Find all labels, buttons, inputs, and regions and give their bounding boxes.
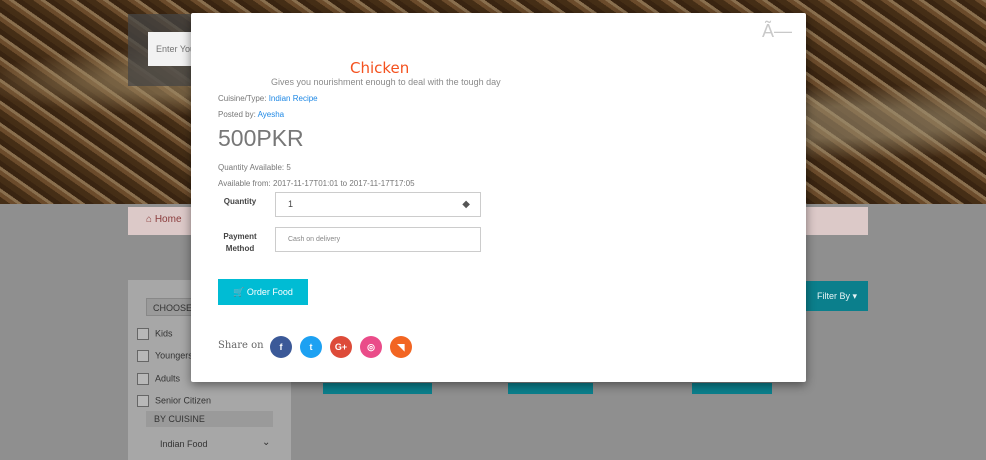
card-button[interactable] xyxy=(692,383,772,394)
breadcrumb-home[interactable]: ⌂ Home xyxy=(146,214,182,225)
card-button[interactable] xyxy=(508,383,593,394)
twitter-icon[interactable]: t xyxy=(300,336,322,358)
close-icon[interactable]: Ã— xyxy=(762,21,792,42)
available-from: Available from: 2017-11-17T01:01 to 2017… xyxy=(218,179,415,188)
quantity-stepper[interactable]: 1 ◆ xyxy=(275,192,481,217)
sidebar-cuisine-header: BY CUISINE xyxy=(146,411,273,427)
dribbble-icon[interactable]: ◎ xyxy=(360,336,382,358)
sidebar-item-kids[interactable]: Kids xyxy=(137,328,173,340)
posted-by-line: Posted by: Ayesha xyxy=(218,110,285,119)
sidebar-item-adults[interactable]: Adults xyxy=(137,373,180,385)
stepper-icon[interactable]: ◆ xyxy=(462,193,470,216)
cuisine-link[interactable]: Indian Recipe xyxy=(269,94,318,103)
chevron-down-icon[interactable]: ⌄ xyxy=(262,437,270,448)
quantity-label: Quantity xyxy=(223,197,257,206)
order-modal: Ã— Chicken Gives you nourishment enough … xyxy=(191,13,806,382)
item-title: Chicken xyxy=(350,59,410,77)
price: 500PKR xyxy=(218,125,304,151)
facebook-icon[interactable]: f xyxy=(270,336,292,358)
checkbox[interactable] xyxy=(137,395,149,407)
cuisine-line: Cuisine/Type: Indian Recipe xyxy=(218,94,318,103)
payment-method-field[interactable]: Cash on delivery xyxy=(275,227,481,252)
checkbox[interactable] xyxy=(137,350,149,362)
author-link[interactable]: Ayesha xyxy=(258,110,285,119)
item-subtitle: Gives you nourishment enough to deal wit… xyxy=(271,77,501,87)
cart-icon: 🛒 xyxy=(233,287,245,297)
cuisine-select-value[interactable]: Indian Food xyxy=(160,439,208,449)
sidebar-item-senior-citizen[interactable]: Senior Citizen xyxy=(137,395,211,407)
quantity-available: Quantity Available: 5 xyxy=(218,163,291,172)
share-label: Share on xyxy=(218,340,264,351)
order-food-button[interactable]: 🛒 Order Food xyxy=(218,279,308,305)
filter-by-button[interactable]: Filter By ▾ xyxy=(806,281,868,311)
sidebar-item-youngers[interactable]: Youngers xyxy=(137,350,193,362)
payment-method-label: Payment Method xyxy=(223,232,257,253)
rss-icon[interactable]: ◥ xyxy=(390,336,412,358)
checkbox[interactable] xyxy=(137,328,149,340)
google-plus-icon[interactable]: G+ xyxy=(330,336,352,358)
card-button[interactable] xyxy=(323,383,432,394)
checkbox[interactable] xyxy=(137,373,149,385)
